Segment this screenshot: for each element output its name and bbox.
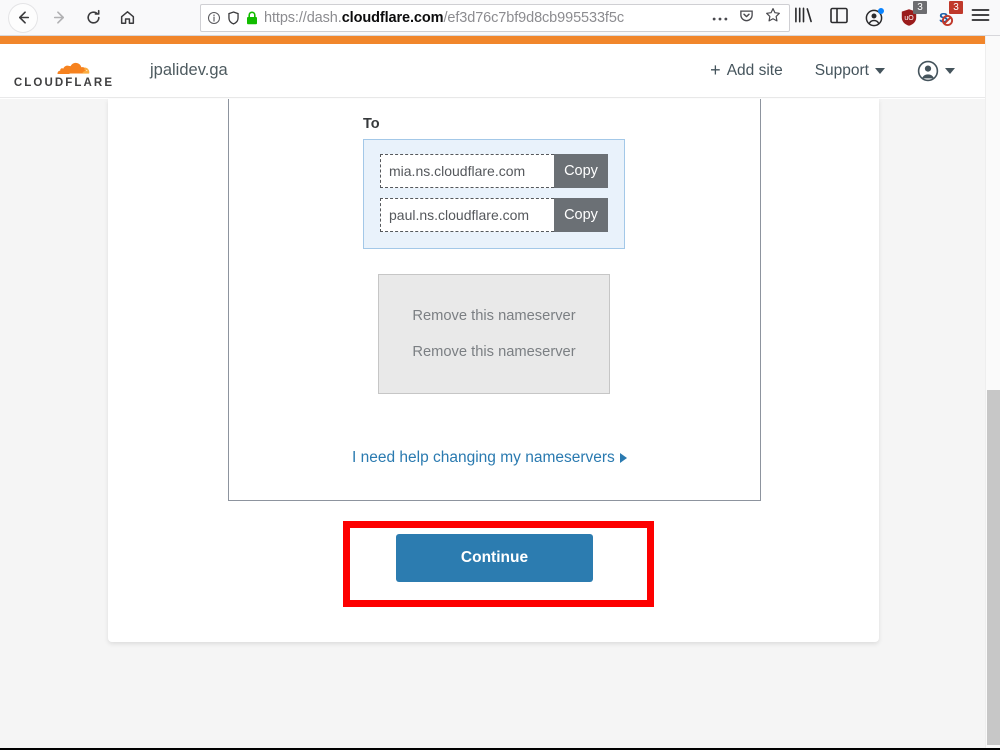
cloudflare-orange-accent-bar — [0, 36, 1000, 44]
forward-button[interactable] — [42, 3, 76, 33]
cloudflare-logo[interactable]: CLOUDFLARE — [12, 52, 116, 89]
vertical-scrollbar[interactable] — [985, 36, 1000, 750]
cloudflare-wordmark: CLOUDFLARE — [13, 77, 115, 89]
copy-button-2[interactable]: Copy — [554, 198, 608, 232]
continue-button[interactable]: Continue — [396, 534, 593, 582]
firefox-account-icon[interactable] — [865, 7, 884, 27]
cloudflare-header-nav: + Add site Support — [710, 60, 985, 82]
add-site-label: Add site — [726, 61, 783, 79]
help-changing-nameservers-link[interactable]: I need help changing my nameservers — [352, 449, 627, 467]
remove-nameserver-box: Remove this nameserver Remove this names… — [378, 274, 610, 394]
nameserver-value-1[interactable]: mia.ns.cloudflare.com — [380, 154, 554, 188]
url-bar-actions — [712, 7, 783, 28]
reload-button[interactable] — [76, 3, 110, 33]
support-label: Support — [814, 61, 869, 79]
caret-right-icon — [619, 453, 627, 463]
ellipsis-icon[interactable] — [712, 9, 728, 27]
browser-toolbar: https://dash.cloudflare.com/ef3d76c7bf9d… — [0, 0, 1000, 36]
copy-button-1[interactable]: Copy — [554, 154, 608, 188]
hamburger-menu-icon[interactable] — [971, 7, 990, 28]
sidebar-icon[interactable] — [830, 7, 848, 29]
home-icon — [120, 11, 134, 24]
cloudflare-cloud-logo-icon — [57, 62, 90, 74]
plus-icon: + — [710, 60, 721, 80]
scrollbar-thumb[interactable] — [987, 390, 1000, 745]
navigation-buttons — [0, 2, 144, 33]
site-name[interactable]: jpalidev.ga — [150, 61, 228, 80]
account-menu[interactable] — [917, 60, 955, 82]
library-icon[interactable] — [794, 6, 813, 29]
nameserver-row: mia.ns.cloudflare.com Copy — [380, 154, 608, 188]
back-button[interactable] — [8, 2, 38, 33]
remove-nameserver-link-1[interactable]: Remove this nameserver — [412, 308, 575, 324]
url-host: cloudflare.com — [341, 9, 444, 26]
page-info-icon[interactable] — [207, 11, 221, 25]
nameserver-row: paul.ns.cloudflare.com Copy — [380, 198, 608, 232]
svg-text:uO: uO — [904, 15, 914, 22]
nameserver-value-2[interactable]: paul.ns.cloudflare.com — [380, 198, 554, 232]
user-avatar-icon — [917, 60, 939, 81]
home-button[interactable] — [110, 3, 144, 33]
add-site-button[interactable]: + Add site — [710, 60, 783, 81]
tracking-protection-shield-icon[interactable] — [227, 10, 240, 25]
url-path: /ef3d76c7bf9d8cb995533f5c — [443, 9, 624, 26]
padlock-secure-icon[interactable] — [246, 11, 258, 25]
to-label: To — [363, 116, 380, 132]
arrow-left-icon — [18, 11, 29, 24]
account-notification-dot — [878, 7, 884, 14]
nameservers-panel: mia.ns.cloudflare.com Copy paul.ns.cloud… — [363, 139, 625, 249]
browser-toolbar-extensions: uO 3 S 3 — [794, 1, 1000, 29]
scriptsafe-icon[interactable]: S 3 — [935, 1, 963, 27]
url-text: https://dash.cloudflare.com/ef3d76c7bf9d… — [264, 10, 706, 26]
reload-icon — [86, 9, 100, 24]
ublock-badge-count: 3 — [913, 1, 927, 14]
help-link-label: I need help changing my nameservers — [352, 449, 615, 466]
chevron-down-icon — [875, 67, 885, 74]
scriptsafe-badge-count: 3 — [949, 1, 963, 14]
chevron-down-icon — [945, 67, 955, 74]
url-bar[interactable]: https://dash.cloudflare.com/ef3d76c7bf9d… — [200, 3, 790, 32]
support-menu[interactable]: Support — [815, 62, 885, 80]
remove-nameserver-link-2[interactable]: Remove this nameserver — [412, 344, 575, 360]
cloudflare-site-header: CLOUDFLARE jpalidev.ga + Add site Suppor… — [0, 44, 985, 98]
star-bookmark-icon[interactable] — [765, 7, 781, 28]
arrow-right-icon — [53, 11, 64, 24]
ublock-origin-icon[interactable]: uO 3 — [900, 1, 927, 27]
pocket-icon[interactable] — [739, 8, 754, 28]
url-scheme: https://dash. — [264, 9, 342, 26]
